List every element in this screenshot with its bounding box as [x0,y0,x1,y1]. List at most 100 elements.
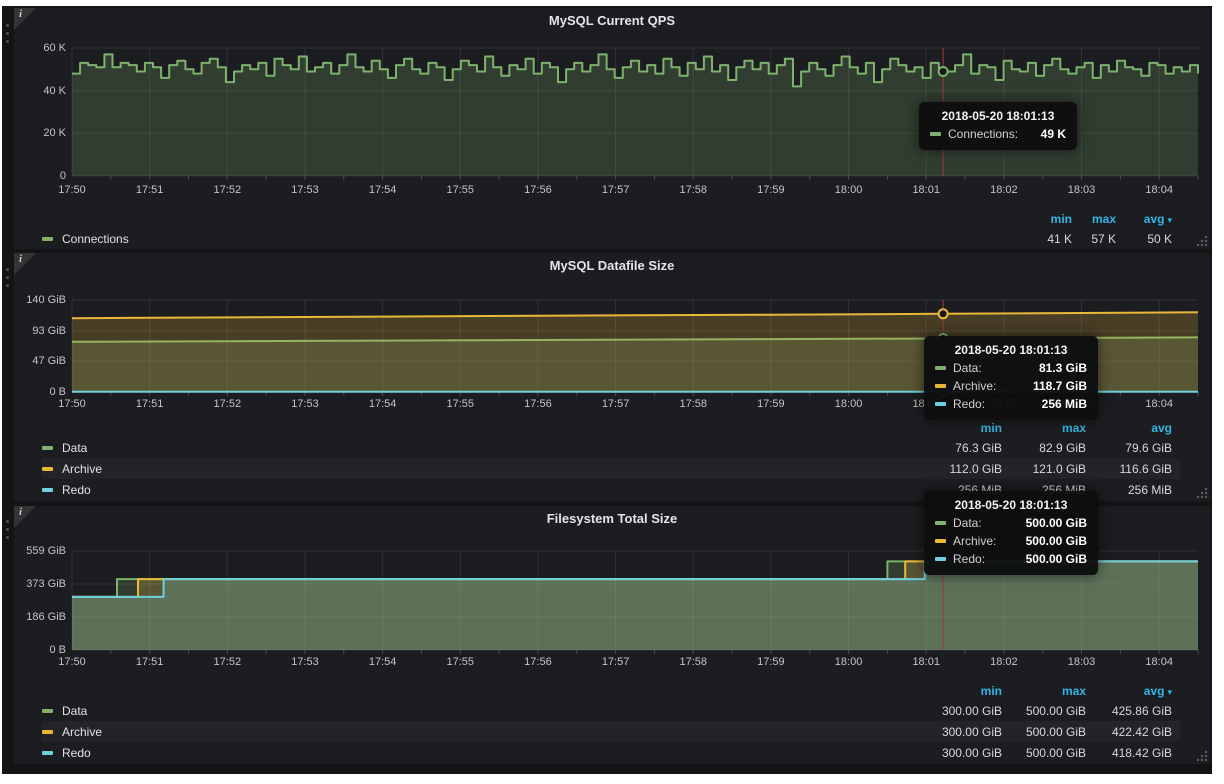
legend-series-name: Redo [62,483,91,497]
panel-drag-handle[interactable] [6,268,12,287]
x-tick-label: 17:58 [679,656,707,668]
legend-series-toggle[interactable]: Archive [42,725,922,739]
x-tick-label: 17:54 [369,398,397,410]
tooltip-series-label: Archive: [953,379,996,393]
legend-series-name: Redo [62,746,91,760]
y-tick-label: 47 GiB [32,355,66,367]
resize-grip[interactable] [1195,234,1209,248]
resize-grip[interactable] [1195,749,1209,763]
legend-series-toggle[interactable]: Archive [42,462,922,476]
x-tick-label: 17:52 [214,184,242,196]
x-tick-label: 17:53 [291,184,319,196]
resize-grip[interactable] [1195,486,1209,500]
panel-title[interactable]: MySQL Current QPS [14,13,1210,28]
legend-header-avg[interactable]: avg [1094,421,1180,435]
legend-series-toggle[interactable]: Redo [42,746,922,760]
tooltip-series-row: Redo: 500.00 GiB [935,552,1087,566]
legend-header-max[interactable]: max [1080,212,1124,226]
legend-stat-max: 121.0 GiB [1010,462,1094,476]
legend-header-avg[interactable]: avg▾ [1094,684,1180,698]
legend-series-toggle[interactable]: Data [42,704,922,718]
graph-tooltip: 2018-05-20 18:01:13Connections:49 K [919,102,1077,150]
legend: minmaxavg▾Connections41 K57 K50 K [42,210,1180,249]
tooltip-series-label: Redo: [953,552,985,566]
x-tick-label: 18:02 [990,656,1018,668]
tooltip-timestamp: 2018-05-20 18:01:13 [935,498,1087,512]
x-tick-label: 18:01 [912,656,940,668]
legend-stat-avg: 422.42 GiB [1094,725,1180,739]
series-color-dash-icon [935,557,946,561]
legend-header-min[interactable]: min [1020,212,1080,226]
panel-title[interactable]: MySQL Datafile Size [14,258,1210,273]
tooltip-series-value: 500.00 GiB [1010,516,1087,530]
tooltip-series-row: Redo:256 MiB [935,397,1087,411]
y-tick-label: 20 K [43,127,66,139]
legend-series-name: Data [62,441,87,455]
legend-stat-avg: 79.6 GiB [1094,441,1180,455]
legend-header-max[interactable]: max [1010,421,1094,435]
y-axis: 020 K40 K60 K [14,48,66,176]
panel-drag-handle[interactable] [6,520,12,539]
x-tick-label: 17:58 [679,184,707,196]
x-tick-label: 17:54 [369,184,397,196]
legend-stat-max: 57 K [1080,232,1124,246]
x-tick-label: 17:55 [447,656,475,668]
x-tick-label: 18:01 [912,184,940,196]
tooltip-series-row: Data:81.3 GiB [935,361,1087,375]
legend-series-toggle[interactable]: Connections [42,232,1020,246]
y-tick-label: 93 GiB [32,325,66,337]
x-tick-label: 17:59 [757,656,785,668]
legend-stat-min: 76.3 GiB [922,441,1010,455]
x-tick-label: 17:52 [214,398,242,410]
y-axis: 0 B186 GiB373 GiB559 GiB [14,551,66,650]
graph-tooltip: 2018-05-20 18:01:13Data:81.3 GiBArchive:… [924,336,1098,420]
legend-series-toggle[interactable]: Redo [42,483,922,497]
x-tick-label: 17:54 [369,656,397,668]
legend-header-avg[interactable]: avg▾ [1124,212,1180,226]
y-tick-label: 0 [60,170,66,182]
y-tick-label: 60 K [43,42,66,54]
y-tick-label: 0 B [49,386,66,398]
x-tick-label: 17:56 [524,398,552,410]
tooltip-series-row: Data:500.00 GiB [935,516,1087,530]
tooltip-series-row: Archive:118.7 GiB [935,379,1087,393]
legend-series-name: Connections [62,232,129,246]
legend-stat-max: 82.9 GiB [1010,441,1094,455]
legend-row-Redo: Redo300.00 GiB500.00 GiB418.42 GiB [42,742,1180,763]
x-tick-label: 17:58 [679,398,707,410]
x-axis: 17:5017:5117:5217:5317:5417:5517:5617:57… [72,184,1198,198]
y-tick-label: 186 GiB [26,611,66,623]
y-tick-label: 373 GiB [26,578,66,590]
legend-series-name: Archive [62,462,102,476]
x-tick-label: 18:03 [1068,656,1096,668]
tooltip-series-value: 500.00 GiB [1010,552,1087,566]
panel-drag-handle[interactable] [6,24,12,43]
series-color-dash-icon [935,539,946,543]
legend-stat-min: 300.00 GiB [922,725,1010,739]
x-tick-label: 17:55 [447,184,475,196]
x-tick-label: 17:53 [291,398,319,410]
x-tick-label: 17:51 [136,656,164,668]
hover-point-marker [939,309,948,318]
legend-header-min[interactable]: min [922,684,1010,698]
legend-header-row: minmaxavg▾ [42,210,1180,228]
tooltip-series-label: Redo: [953,397,985,411]
resize-grip-dots-icon [1195,749,1209,763]
x-tick-label: 18:04 [1145,184,1173,196]
x-tick-label: 17:51 [136,184,164,196]
sort-caret-icon: ▾ [1167,215,1172,225]
legend-stat-min: 300.00 GiB [922,704,1010,718]
series-color-dash-icon [42,709,53,713]
legend-stat-min: 41 K [1020,232,1080,246]
legend-series-toggle[interactable]: Data [42,441,922,455]
legend-header-max[interactable]: max [1010,684,1094,698]
series-color-dash-icon [42,237,53,241]
y-tick-label: 40 K [43,85,66,97]
x-tick-label: 18:00 [835,656,863,668]
legend-header-row: minmaxavg [42,419,1180,437]
legend: minmaxavg▾Data300.00 GiB500.00 GiB425.86… [42,682,1180,763]
legend-header-min[interactable]: min [922,421,1010,435]
series-color-dash-icon [42,751,53,755]
x-tick-label: 17:53 [291,656,319,668]
legend-header-row: minmaxavg▾ [42,682,1180,700]
